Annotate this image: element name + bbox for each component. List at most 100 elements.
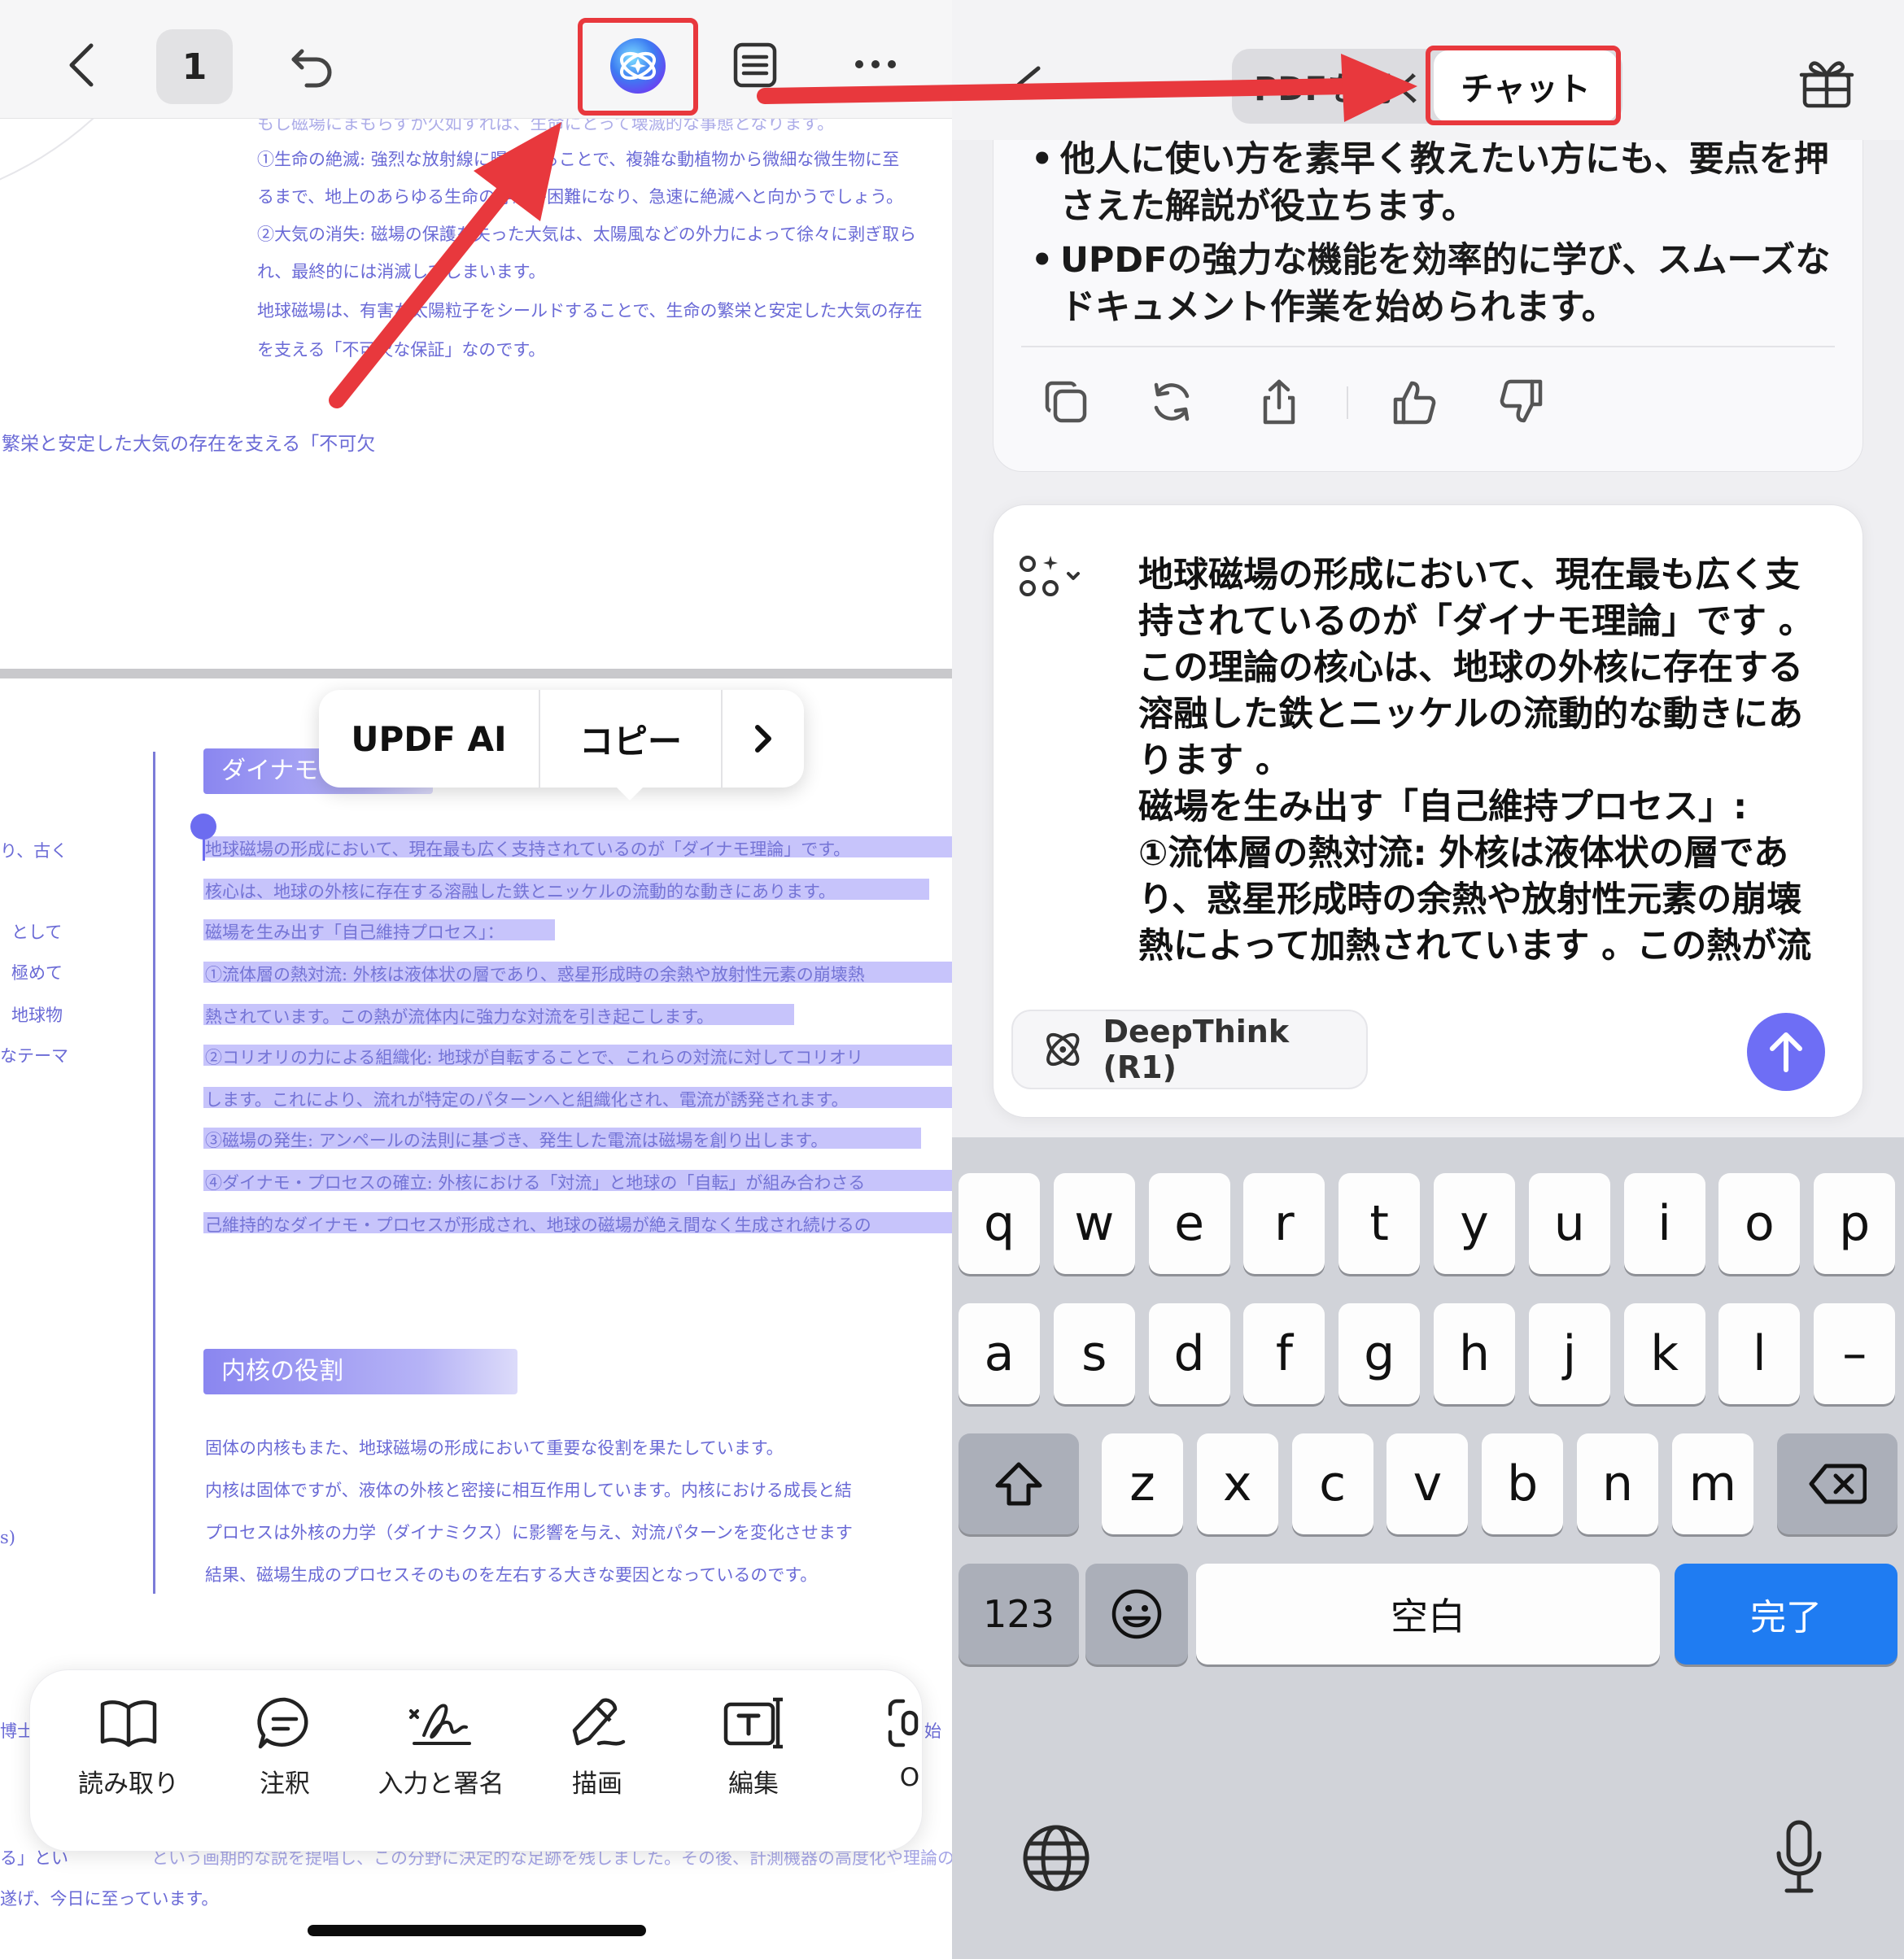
- key-f[interactable]: f: [1243, 1303, 1325, 1404]
- selected-text-line[interactable]: します。これにより、流れが特定のパターンへと組織化され、電流が誘発されます。: [205, 1087, 849, 1111]
- chat-input-card[interactable]: 地球磁場の形成において、現在最も広く支 持されているのが「ダイナモ理論」です 。…: [993, 504, 1863, 1118]
- undo-icon[interactable]: [283, 36, 340, 93]
- emoji-key[interactable]: [1085, 1564, 1188, 1664]
- emoji-icon: [1111, 1589, 1162, 1639]
- page-number-button[interactable]: 1: [156, 29, 233, 104]
- more-options-icon[interactable]: [846, 44, 905, 85]
- share-icon[interactable]: [1251, 373, 1308, 430]
- collapse-icon[interactable]: [1006, 57, 1046, 106]
- action-divider: [1347, 386, 1348, 419]
- gift-icon[interactable]: [1798, 50, 1863, 116]
- tool-label: 描画: [572, 1769, 622, 1799]
- context-updf-ai-button[interactable]: UPDF AI: [319, 690, 539, 788]
- selected-text-line[interactable]: ①流体層の熱対流: 外核は液体状の層であり、惑星形成時の余熱や放射性元素の崩壊熱: [205, 962, 865, 986]
- deepthink-toggle[interactable]: DeepThink (R1): [1011, 1010, 1368, 1089]
- selected-text-line[interactable]: ④ダイナモ・プロセスの確立: 外核における「対流」と地球の「自転」が組み合わさる: [205, 1170, 865, 1194]
- tool-edit[interactable]: 編集: [684, 1695, 823, 1800]
- tool-ocr[interactable]: O: [841, 1695, 922, 1792]
- done-key[interactable]: 完了: [1675, 1564, 1897, 1664]
- ai-chat-pane: • 他人に使い方を素早く教えたい方にも、要点を押さえた解説が役立ちます。 • U…: [952, 0, 1904, 1959]
- key-v[interactable]: v: [1387, 1433, 1469, 1534]
- tool-read[interactable]: 読み取り: [59, 1695, 198, 1800]
- tool-label: 読み取り: [78, 1769, 179, 1799]
- arrow-up-icon: [1770, 1032, 1802, 1072]
- chat-tab-highlight-box: [1426, 46, 1621, 125]
- chat-input-text[interactable]: 地球磁場の形成において、現在最も広く支 持されているのが「ダイナモ理論」です 。…: [1138, 552, 1846, 970]
- key-k[interactable]: k: [1623, 1303, 1705, 1404]
- tool-draw[interactable]: 描画: [528, 1695, 666, 1800]
- key-m[interactable]: m: [1671, 1433, 1753, 1534]
- bullet-dot: •: [1031, 240, 1054, 281]
- key-x[interactable]: x: [1196, 1433, 1278, 1534]
- key-n[interactable]: n: [1577, 1433, 1658, 1534]
- context-copy-button[interactable]: コピー: [540, 690, 721, 788]
- prompt-templates-icon[interactable]: [1018, 552, 1107, 609]
- send-button[interactable]: [1747, 1013, 1825, 1091]
- key-s[interactable]: s: [1053, 1303, 1135, 1404]
- selected-text-line[interactable]: ②コリオリの力による組織化: 地球が自転することで、これらの対流に対してコリオリ: [205, 1045, 863, 1069]
- key-q[interactable]: q: [959, 1173, 1040, 1274]
- input-text-line: 磁場を生み出す「自己維持プロセス」:: [1138, 787, 1748, 827]
- back-chevron-icon[interactable]: [57, 33, 106, 98]
- key-dash[interactable]: –: [1814, 1303, 1896, 1404]
- key-a[interactable]: a: [959, 1303, 1040, 1404]
- shift-key[interactable]: [959, 1433, 1079, 1534]
- key-e[interactable]: e: [1148, 1173, 1230, 1274]
- tool-label: 注釈: [260, 1769, 310, 1799]
- tool-label: 編集: [728, 1769, 779, 1799]
- selected-text-line[interactable]: 核心は、地球の外核に存在する溶融した鉄とニッケルの流動的な動きにあります。: [205, 879, 836, 903]
- margin-fragment: 始: [924, 1721, 941, 1741]
- key-c[interactable]: c: [1291, 1433, 1373, 1534]
- space-key[interactable]: 空白: [1196, 1564, 1660, 1664]
- key-g[interactable]: g: [1338, 1303, 1421, 1404]
- key-y[interactable]: y: [1434, 1173, 1515, 1274]
- pdf-viewer-pane: 1 もし磁場にまもらずが欠如すれば、生命にとって壊滅的な事態となります。 ①生命…: [0, 0, 952, 1959]
- key-w[interactable]: w: [1053, 1173, 1135, 1274]
- thumbs-up-icon[interactable]: [1386, 373, 1443, 430]
- numbers-key[interactable]: 123: [959, 1564, 1079, 1664]
- input-text-line: 持されているのが「ダイナモ理論」です 。: [1138, 601, 1814, 642]
- key-p[interactable]: p: [1814, 1173, 1896, 1274]
- input-text-line: 熱によって加熱されています 。この熱が流: [1138, 926, 1812, 966]
- screenshot-root: 1 もし磁場にまもらずが欠如すれば、生命にとって壊滅的な事態となります。 ①生命…: [0, 0, 1904, 1959]
- regenerate-icon[interactable]: [1143, 373, 1200, 430]
- copy-icon[interactable]: [1037, 373, 1094, 430]
- margin-fragment: s): [0, 1528, 15, 1547]
- key-o[interactable]: o: [1718, 1173, 1801, 1274]
- key-r[interactable]: r: [1243, 1173, 1325, 1274]
- key-u[interactable]: u: [1528, 1173, 1610, 1274]
- response-bullet: 他人に使い方を素早く教えたい方にも、要点を押さえた解説が役立ちます。: [1060, 139, 1829, 227]
- key-d[interactable]: d: [1148, 1303, 1230, 1404]
- tab-open-pdf[interactable]: PDFを開く: [1248, 50, 1430, 122]
- thumbs-down-icon[interactable]: [1493, 373, 1550, 430]
- response-bullet: UPDFの強力な機能を効率的に学び、スムーズなドキュメント作業を始められます。: [1060, 240, 1831, 328]
- key-i[interactable]: i: [1623, 1173, 1705, 1274]
- selected-text-line[interactable]: 磁場を生み出す「自己維持プロセス」：: [205, 919, 504, 944]
- key-l[interactable]: l: [1718, 1303, 1801, 1404]
- key-h[interactable]: h: [1434, 1303, 1515, 1404]
- outline-list-icon[interactable]: [726, 36, 784, 94]
- pdf-text-line: 地球磁場は、有害な太陽粒子をシールドすることで、生命の繁栄と安定した大気の存在: [257, 301, 923, 321]
- context-more-chevron-icon[interactable]: [723, 690, 804, 788]
- globe-icon[interactable]: [1020, 1822, 1092, 1894]
- pen-icon: [572, 1698, 626, 1746]
- key-j[interactable]: j: [1528, 1303, 1610, 1404]
- pdf-text-line: 固体の内核もまた、地球磁場の形成において重要な役割を果たしています。: [205, 1438, 784, 1458]
- margin-fragment: 地球物: [11, 1006, 63, 1025]
- input-text-line: り、惑星形成時の余熱や放射性元素の崩壊: [1138, 879, 1802, 920]
- selected-text-line[interactable]: ③磁場の発生: アンペールの法則に基づき、発生した電流は磁場を創り出します。: [205, 1128, 828, 1152]
- microphone-icon[interactable]: [1771, 1817, 1828, 1899]
- selected-text-line[interactable]: 己維持的なダイナモ・プロセスが形成され、地球の磁場が絶え間なく生成され続けるの: [205, 1212, 871, 1237]
- key-z[interactable]: z: [1102, 1433, 1183, 1534]
- pdf-text-line: ①生命の絶滅: 強烈な放射線に曝されることで、複雑な動植物から微細な微生物に至: [257, 150, 900, 169]
- selected-text-line[interactable]: 地球磁場の形成において、現在最も広く支持されているのが「ダイナモ理論」です。: [205, 836, 850, 861]
- tool-fill-sign[interactable]: 入力と署名: [372, 1695, 510, 1800]
- delete-key[interactable]: [1777, 1433, 1897, 1534]
- context-menu-pointer: [612, 783, 648, 801]
- key-t[interactable]: t: [1338, 1173, 1421, 1274]
- key-b[interactable]: b: [1482, 1433, 1564, 1534]
- tool-comment[interactable]: 注釈: [216, 1695, 354, 1800]
- selection-start-handle[interactable]: [190, 814, 216, 840]
- selected-text-line[interactable]: 熱されています。この熱が流体内に強力な対流を引き起こします。: [205, 1004, 714, 1028]
- section-heading-inner-core: 内核の役割: [203, 1349, 517, 1394]
